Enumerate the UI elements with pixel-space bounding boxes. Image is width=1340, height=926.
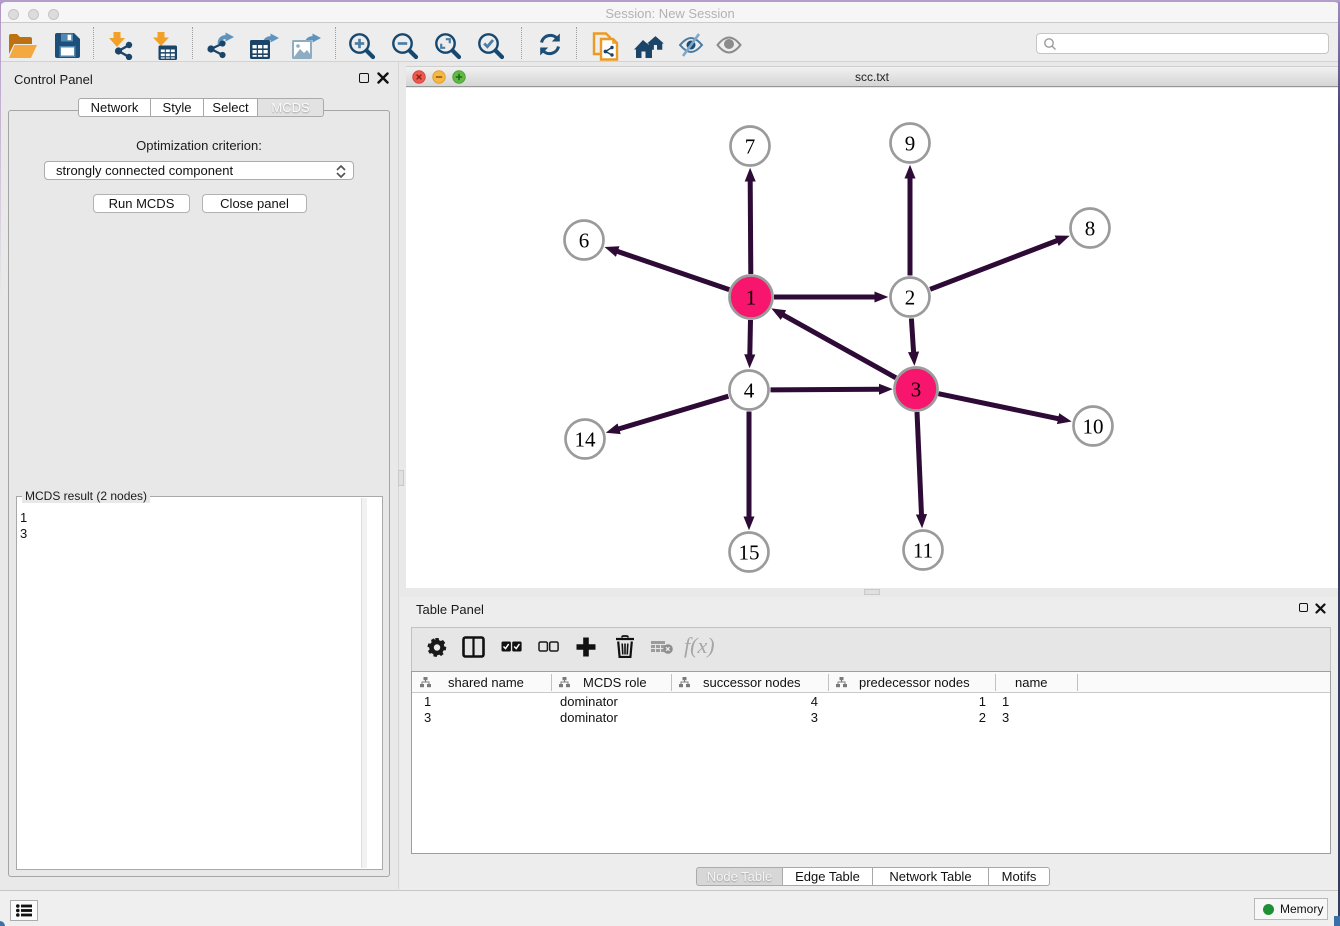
svg-text:7: 7 [745, 135, 756, 159]
svg-text:successor nodes: successor nodes [703, 675, 801, 690]
svg-text:11: 11 [913, 539, 933, 563]
svg-text:MCDS role: MCDS role [583, 675, 647, 690]
svg-text:15: 15 [739, 541, 760, 565]
svg-text:8: 8 [1085, 217, 1096, 241]
svg-text:9: 9 [905, 132, 916, 156]
svg-text:2: 2 [905, 286, 916, 310]
svg-text:shared name: shared name [448, 675, 524, 690]
svg-text:14: 14 [575, 428, 597, 452]
svg-text:6: 6 [579, 229, 590, 253]
svg-text:10: 10 [1083, 415, 1104, 439]
svg-text:name: name [1015, 675, 1048, 690]
svg-text:predecessor nodes: predecessor nodes [859, 675, 970, 690]
svg-text:3: 3 [911, 378, 922, 402]
svg-text:4: 4 [744, 379, 755, 403]
svg-text:1: 1 [746, 286, 757, 310]
